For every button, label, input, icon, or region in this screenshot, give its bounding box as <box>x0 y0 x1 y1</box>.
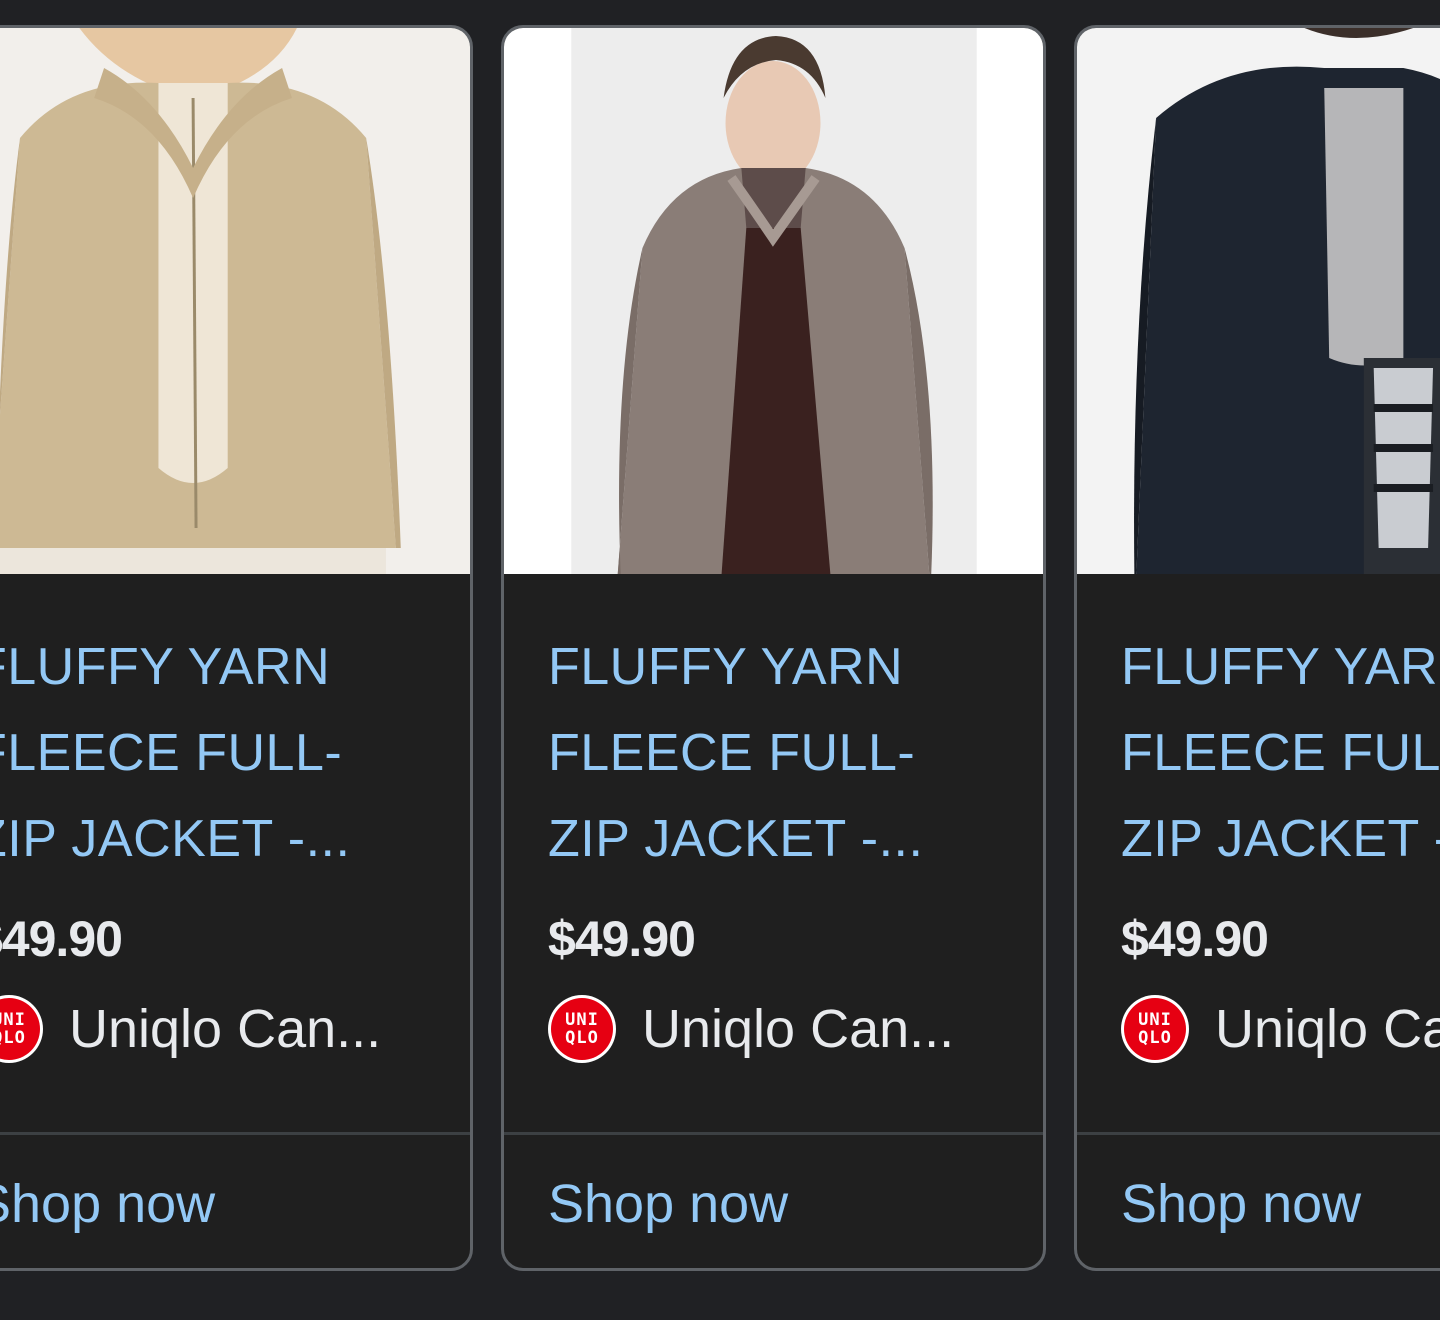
product-image[interactable] <box>504 28 1043 574</box>
product-card[interactable]: FLUFFY YARN FLEECE FULL-ZIP JACKET -... … <box>501 25 1046 1271</box>
shop-now-link[interactable]: Shop now <box>0 1173 215 1235</box>
gray-fleece-jacket-photo <box>504 28 1043 574</box>
product-carousel[interactable]: FLUFFY YARN FLEECE FULL-ZIP JACKET -... … <box>0 0 1440 1320</box>
divider <box>0 1132 470 1135</box>
navy-fleece-jacket-photo <box>1077 28 1440 574</box>
product-image[interactable] <box>1077 28 1440 574</box>
shop-now-link[interactable]: Shop now <box>1121 1173 1361 1235</box>
merchant: UNI QLO Uniqlo Can... <box>0 994 435 1064</box>
product-title[interactable]: FLUFFY YARN FLEECE FULL-ZIP JACKET -... <box>0 624 405 882</box>
product-image[interactable] <box>0 28 470 574</box>
product-title[interactable]: FLUFFY YARN FLEECE FULL-ZIP JACKET -... <box>548 624 978 882</box>
product-title[interactable]: FLUFFY YARN FLEECE FULL-ZIP JACKET -... <box>1121 624 1440 882</box>
product-price: $49.90 <box>548 911 696 967</box>
uniqlo-logo-icon: UNI QLO <box>1121 995 1189 1063</box>
uniqlo-logo-icon: UNI QLO <box>548 995 616 1063</box>
merchant: UNI QLO Uniqlo Can... <box>1121 994 1440 1064</box>
beige-fleece-jacket-photo <box>0 28 470 574</box>
product-price: $49.90 <box>1121 911 1269 967</box>
uniqlo-logo-icon: UNI QLO <box>0 995 43 1063</box>
divider <box>504 1132 1043 1135</box>
merchant-name: Uniqlo Can... <box>1215 999 1440 1059</box>
product-card[interactable]: FLUFFY YARN FLEECE FULL-ZIP JACKET -... … <box>0 25 473 1271</box>
product-card[interactable]: FLUFFY YARN FLEECE FULL-ZIP JACKET -... … <box>1074 25 1440 1271</box>
shop-now-link[interactable]: Shop now <box>548 1173 788 1235</box>
divider <box>1077 1132 1440 1135</box>
merchant: UNI QLO Uniqlo Can... <box>548 994 1008 1064</box>
merchant-name: Uniqlo Can... <box>642 999 955 1059</box>
product-price: $49.90 <box>0 911 123 967</box>
merchant-name: Uniqlo Can... <box>69 999 382 1059</box>
